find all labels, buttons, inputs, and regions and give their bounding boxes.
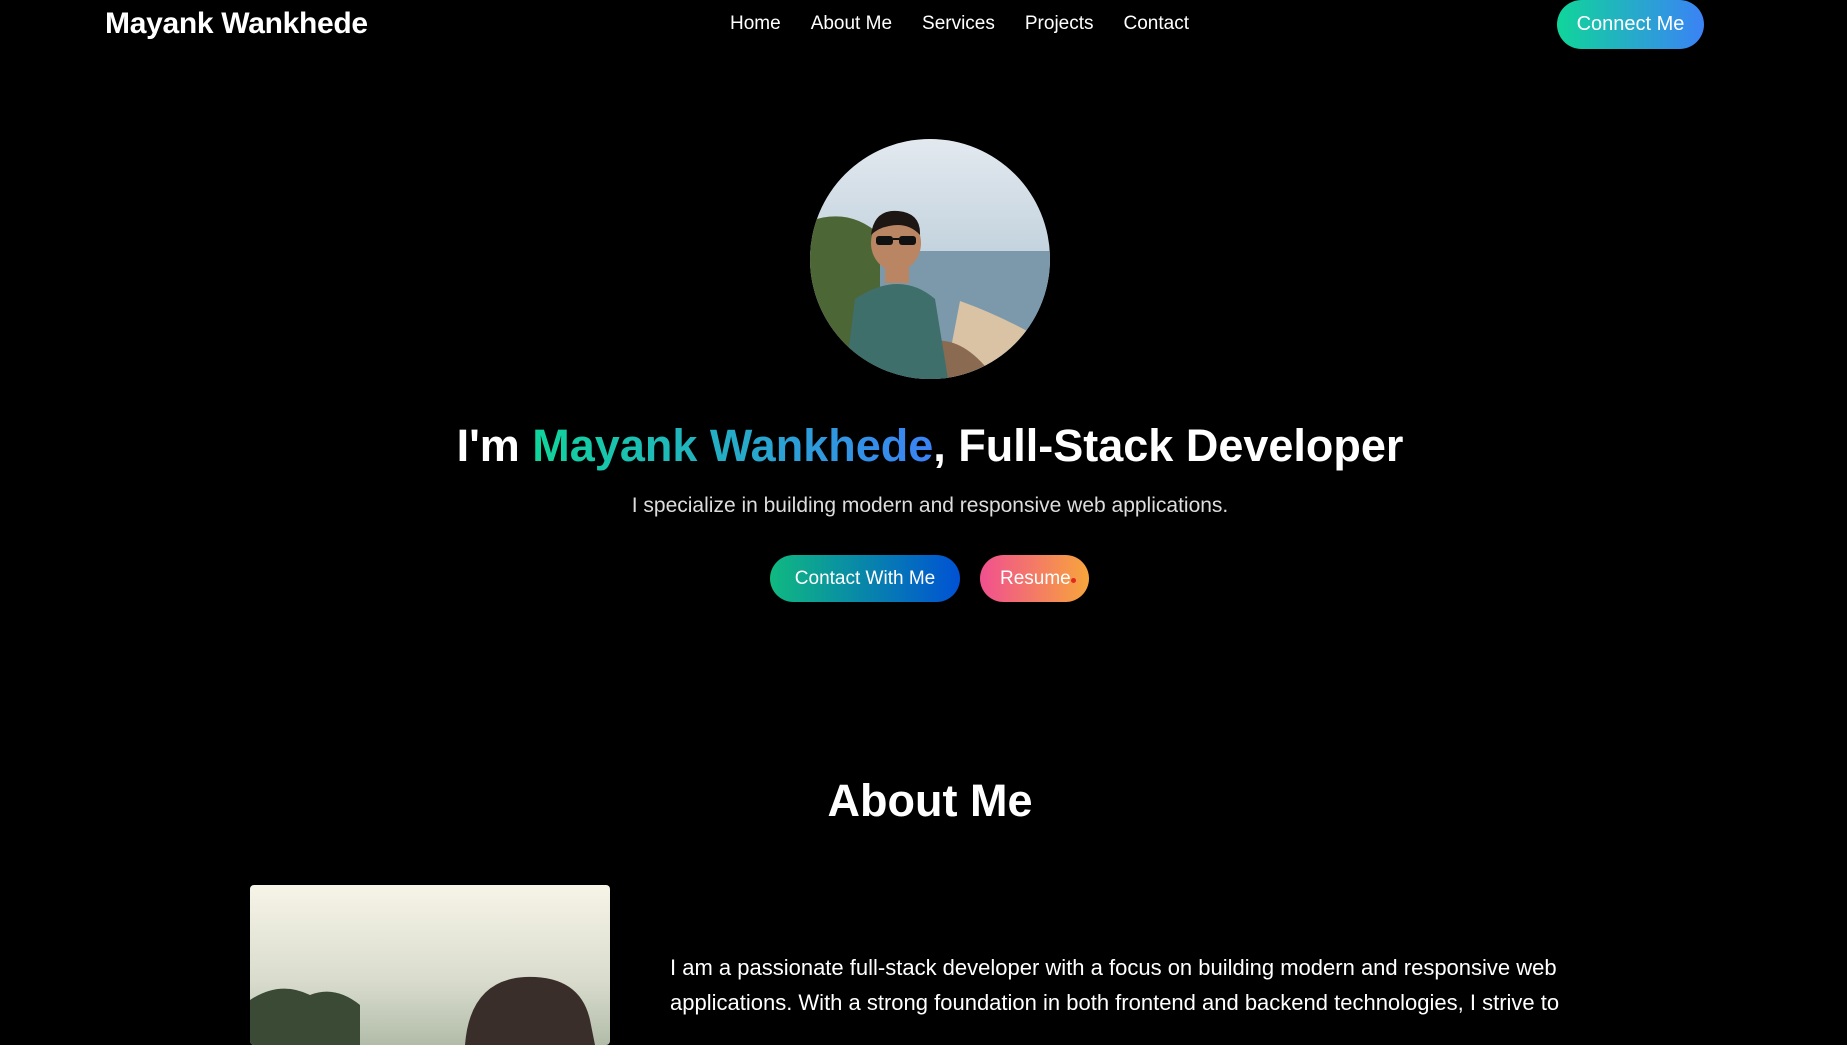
brand-logo[interactable]: Mayank Wankhede xyxy=(105,7,368,41)
hero-buttons: Contact With Me Resume xyxy=(770,555,1089,602)
connect-me-button[interactable]: Connect Me xyxy=(1557,0,1704,49)
resume-button[interactable]: Resume xyxy=(980,555,1089,602)
contact-button-label: Contact With Me xyxy=(794,567,936,589)
about-description: I am a passionate full-stack developer w… xyxy=(670,955,1560,1015)
nav-link-projects[interactable]: Projects xyxy=(1025,13,1094,35)
headline-suffix: , Full-Stack Developer xyxy=(933,420,1404,471)
nav-link-contact[interactable]: Contact xyxy=(1124,13,1189,35)
nav-link-about[interactable]: About Me xyxy=(811,13,892,35)
about-photo xyxy=(250,885,610,1045)
status-dot-icon xyxy=(1071,578,1076,583)
about-section-title: About Me xyxy=(827,775,1033,826)
top-navbar: Mayank Wankhede Home About Me Services P… xyxy=(0,0,1847,52)
contact-with-me-button[interactable]: Contact With Me xyxy=(770,555,960,602)
nav-link-services[interactable]: Services xyxy=(922,13,995,35)
hero-headline: I'm Mayank Wankhede, Full-Stack Develope… xyxy=(0,420,1847,472)
resume-button-label: Resume xyxy=(1000,567,1071,589)
hero-tagline: I specialize in building modern and resp… xyxy=(631,494,1229,517)
headline-name: Mayank Wankhede xyxy=(532,420,934,471)
nav-link-home[interactable]: Home xyxy=(730,13,781,35)
headline-prefix: I'm xyxy=(456,420,533,471)
nav-menu: Home About Me Services Projects Contact xyxy=(730,13,1189,35)
profile-photo xyxy=(810,139,1050,379)
